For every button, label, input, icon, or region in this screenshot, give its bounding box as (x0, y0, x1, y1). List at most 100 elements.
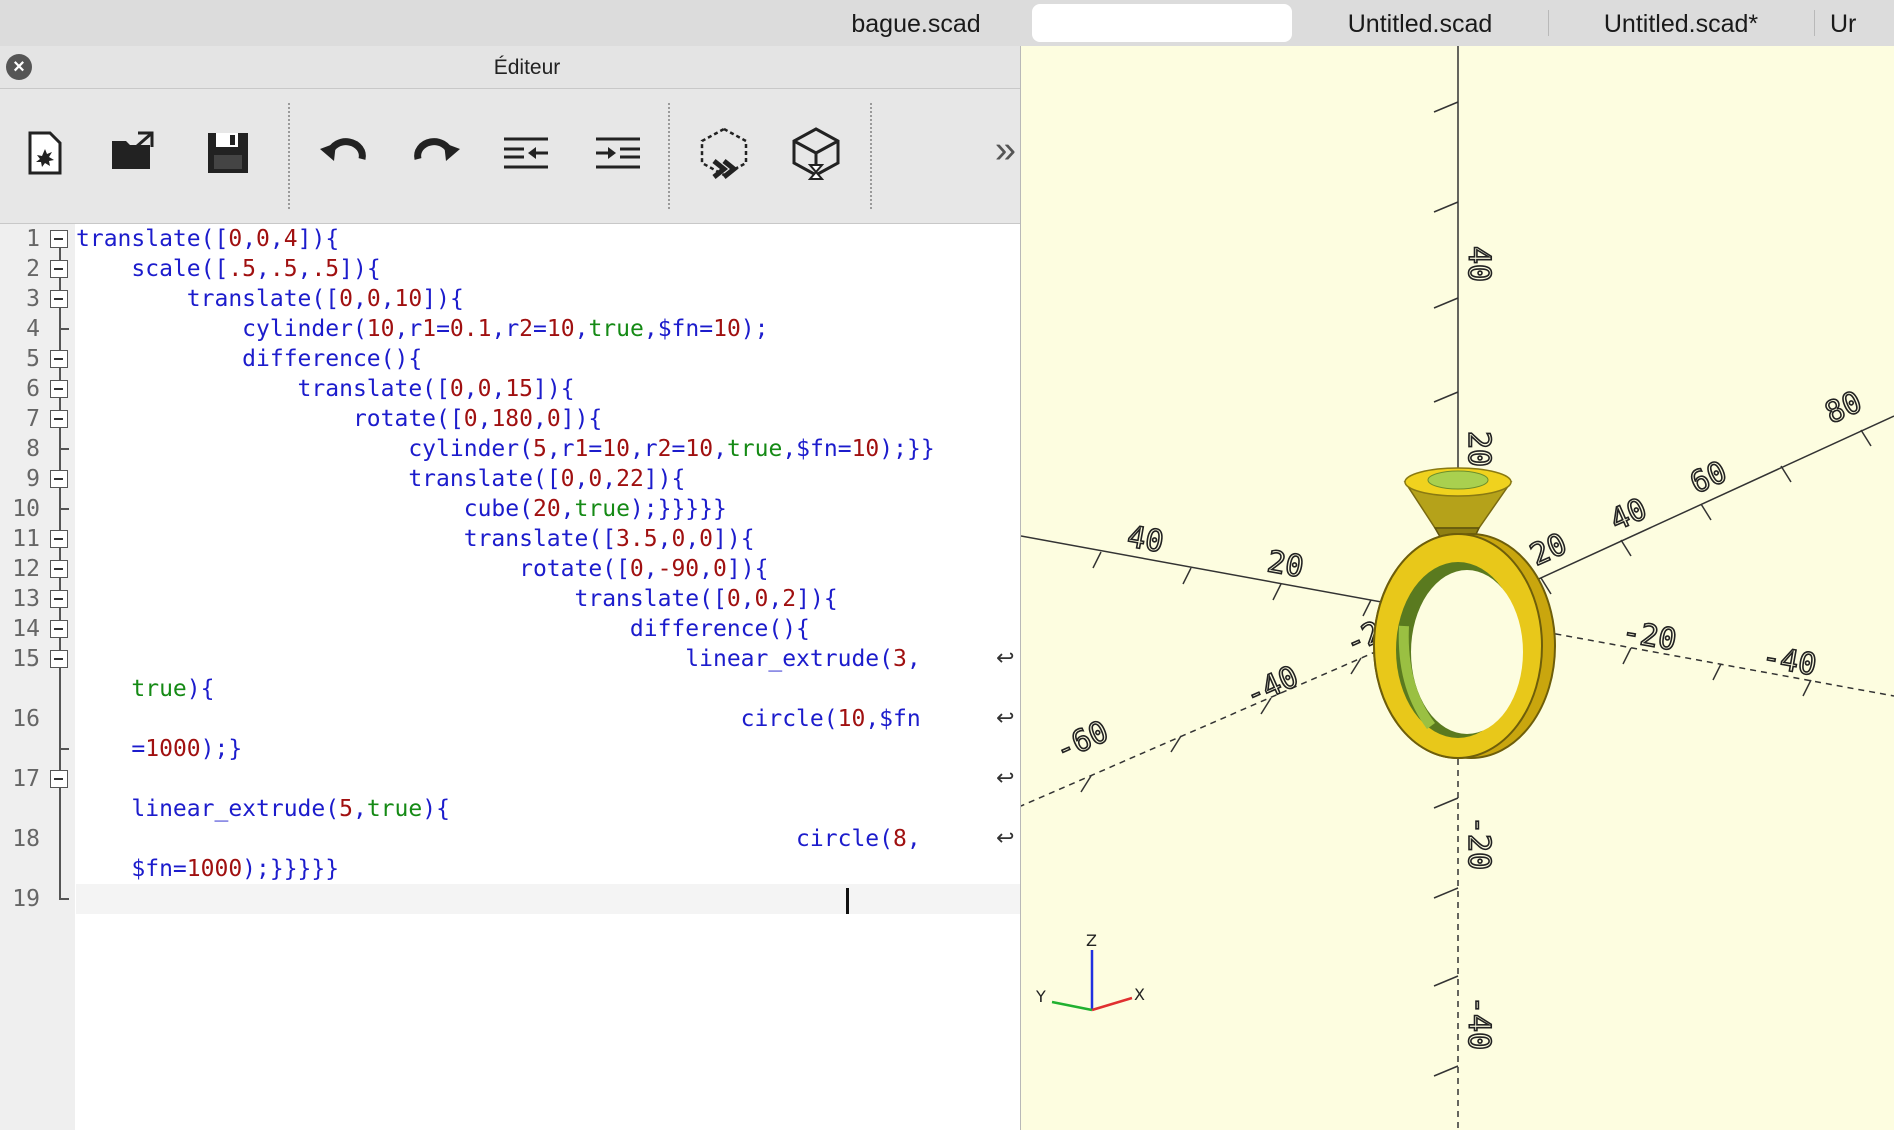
fold-toggle[interactable] (50, 590, 68, 608)
tab-label: Untitled.scad (1347, 10, 1493, 38)
axis-label: 40 (1605, 492, 1652, 539)
toolbar-separator (288, 103, 290, 209)
axis-label: 60 (1685, 455, 1732, 502)
undo-icon[interactable] (312, 117, 376, 189)
axis-label: 20 (1265, 544, 1307, 585)
line-number: 19 (12, 886, 40, 912)
editor-panel: × Éditeur » 1 2 3 4 5 6 7 8 9 10 11 12 1… (0, 46, 1022, 1130)
line-number: 2 (26, 256, 40, 282)
wrap-indicator-icon: ↩ (996, 766, 1015, 791)
code-line: translate([0,0,4]){ (76, 226, 340, 252)
fold-toggle[interactable] (50, 230, 68, 248)
widget-y-label: Y (1035, 987, 1046, 1006)
redo-icon[interactable] (404, 117, 468, 189)
code-line: cube(20,true);}}}}} (76, 496, 727, 522)
tab-label: bague.scad (851, 10, 981, 38)
code-line: rotate([0,180,0]){ (76, 406, 603, 432)
fold-end (59, 508, 69, 510)
fold-end (59, 328, 69, 330)
code-line: cylinder(5,r1=10,r2=10,true,$fn=10);}} (76, 436, 935, 462)
code-line-wrapped: linear_extrude(5,true){ (76, 796, 450, 822)
tab-truncated[interactable]: Ur (1822, 0, 1894, 46)
editor-title: Éditeur (493, 56, 561, 79)
wrap-indicator-icon: ↩ (996, 706, 1015, 731)
axis-label: -40 (1461, 996, 1496, 1050)
editor-toolbar: » (0, 89, 1020, 224)
tab-separator (1548, 10, 1549, 36)
tab-untitled-scad[interactable]: Untitled.scad (1300, 0, 1540, 46)
open-file-icon[interactable] (102, 117, 166, 189)
fold-toggle[interactable] (50, 530, 68, 548)
unindent-icon[interactable] (494, 117, 558, 189)
code-line: circle(10,$fn (76, 706, 921, 732)
fold-end (59, 448, 69, 450)
editor-title-bar: × Éditeur (0, 46, 1020, 89)
axis-label: -20 (1461, 816, 1496, 870)
line-number: 8 (26, 436, 40, 462)
fold-toggle[interactable] (50, 770, 68, 788)
fold-toggle[interactable] (50, 410, 68, 428)
code-line: rotate([0,-90,0]){ (76, 556, 769, 582)
tab-active[interactable] (1032, 4, 1292, 42)
line-number: 7 (26, 406, 40, 432)
line-number: 1 (26, 226, 40, 252)
code-line: translate([3.5,0,0]){ (76, 526, 755, 552)
fold-toggle[interactable] (50, 470, 68, 488)
axis-label: 80 (1820, 385, 1867, 432)
fold-toggle[interactable] (50, 620, 68, 638)
code-line: cylinder(10,r1=0.1,r2=10,true,$fn=10); (76, 316, 769, 342)
wrap-indicator-icon: ↩ (996, 826, 1015, 851)
fold-toggle[interactable] (50, 350, 68, 368)
tab-bague-scad[interactable]: bague.scad (800, 0, 1032, 46)
code-line: translate([0,0,2]){ (76, 586, 838, 612)
fold-toggle[interactable] (50, 260, 68, 278)
line-number-gutter: 1 2 3 4 5 6 7 8 9 10 11 12 13 14 15 16 1… (0, 224, 75, 1130)
toolbar-overflow-icon[interactable]: » (995, 129, 1016, 172)
save-icon[interactable] (196, 117, 260, 189)
code-line: translate([0,0,22]){ (76, 466, 686, 492)
fold-toggle[interactable] (50, 650, 68, 668)
axis-label: -60 (1050, 714, 1114, 768)
code-editor[interactable]: 1 2 3 4 5 6 7 8 9 10 11 12 13 14 15 16 1… (0, 224, 1020, 1130)
ring-model (1373, 467, 1556, 759)
code-line: translate([0,0,15]){ (76, 376, 575, 402)
line-number: 17 (12, 766, 40, 792)
line-number: 10 (12, 496, 40, 522)
fold-toggle[interactable] (50, 290, 68, 308)
code-line-wrapped: $fn=1000);}}}}} (76, 856, 340, 882)
line-number: 16 (12, 706, 40, 732)
code-line: difference(){ (76, 346, 423, 372)
fold-toggle[interactable] (50, 380, 68, 398)
current-line-highlight (76, 884, 1020, 914)
line-number: 14 (12, 616, 40, 642)
code-line: linear_extrude(3, (76, 646, 921, 672)
3d-viewport[interactable]: 40 20 -20 -40 20 40 60 80 -20 -40 40 20 … (1021, 46, 1894, 1130)
tab-untitled-scad-modified[interactable]: Untitled.scad* (1556, 0, 1806, 46)
new-file-icon[interactable] (12, 117, 76, 189)
code-line-wrapped: =1000);} (76, 736, 243, 762)
fold-end (59, 748, 69, 750)
code-line: difference(){ (76, 616, 810, 642)
toolbar-separator (870, 103, 872, 209)
line-number: 9 (26, 466, 40, 492)
widget-x-label: X (1134, 985, 1145, 1004)
wrap-indicator-icon: ↩ (996, 646, 1015, 671)
line-number: 12 (12, 556, 40, 582)
line-number: 5 (26, 346, 40, 372)
line-number: 18 (12, 826, 40, 852)
preview-icon[interactable] (692, 117, 756, 189)
code-line: circle(8, (76, 826, 921, 852)
line-number: 6 (26, 376, 40, 402)
tab-label: Ur (1830, 10, 1857, 38)
line-number: 15 (12, 646, 40, 672)
axis-label: -40 (1240, 659, 1304, 713)
axis-orientation-widget: Z X Y (1035, 931, 1145, 1012)
axis-label: -40 (1760, 639, 1819, 683)
fold-toggle[interactable] (50, 560, 68, 578)
widget-z-label: Z (1086, 931, 1097, 950)
code-line: scale([.5,.5,.5]){ (76, 256, 381, 282)
indent-icon[interactable] (586, 117, 650, 189)
widget-y-axis (1051, 1000, 1093, 1012)
render-icon[interactable] (784, 117, 848, 189)
document-tab-bar: bague.scad Untitled.scad Untitled.scad* … (0, 0, 1894, 47)
